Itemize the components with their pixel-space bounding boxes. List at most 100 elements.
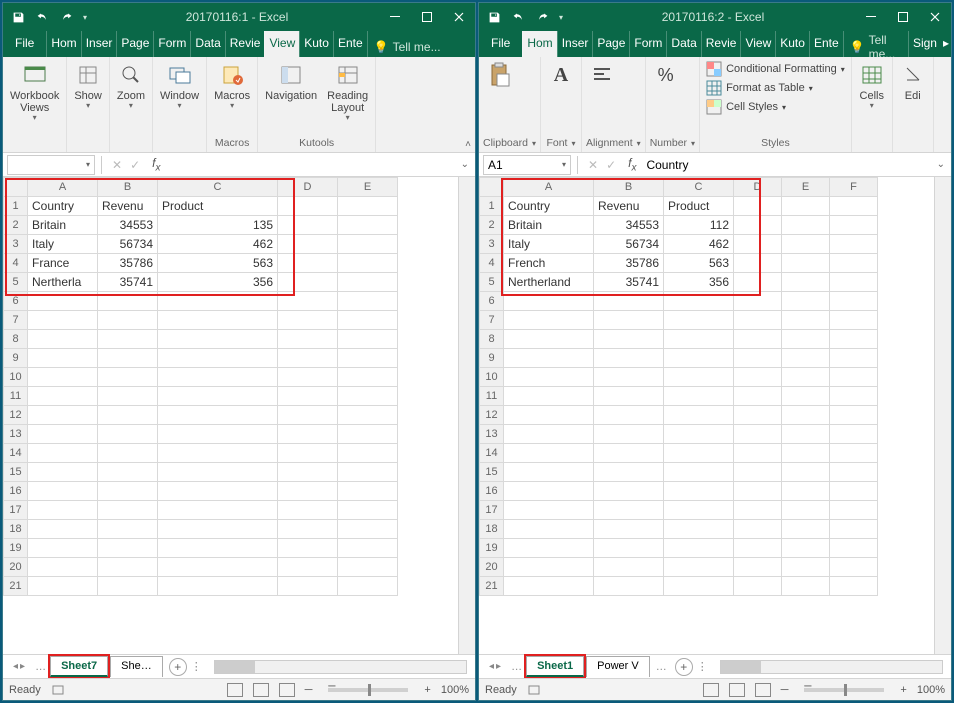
cell[interactable] xyxy=(158,539,278,558)
cell[interactable] xyxy=(734,501,782,520)
macros-button[interactable]: Macros xyxy=(211,60,253,113)
cell[interactable] xyxy=(98,349,158,368)
cell[interactable]: Revenu xyxy=(98,197,158,216)
cell[interactable] xyxy=(734,558,782,577)
number-button[interactable]: % xyxy=(650,60,682,90)
column-header[interactable]: A xyxy=(28,178,98,197)
cell[interactable] xyxy=(278,235,338,254)
zoom-slider[interactable] xyxy=(328,688,408,692)
cell[interactable] xyxy=(504,577,594,596)
cell[interactable] xyxy=(594,558,664,577)
row-header[interactable]: 8 xyxy=(4,330,28,349)
page-break-view-icon[interactable] xyxy=(755,683,771,697)
cell[interactable] xyxy=(594,330,664,349)
cell[interactable]: Italy xyxy=(28,235,98,254)
cell[interactable] xyxy=(338,216,398,235)
tab-nav-first-icon[interactable]: ◂ xyxy=(489,661,494,672)
cell[interactable] xyxy=(158,349,278,368)
cell[interactable] xyxy=(278,444,338,463)
cell[interactable] xyxy=(338,577,398,596)
cell[interactable] xyxy=(664,387,734,406)
column-header[interactable]: B xyxy=(594,178,664,197)
cancel-formula-icon[interactable]: ✕ xyxy=(112,158,122,172)
window-button[interactable]: Window xyxy=(157,60,202,113)
cell[interactable] xyxy=(278,311,338,330)
menu-file[interactable]: File xyxy=(3,31,46,57)
cell[interactable] xyxy=(734,330,782,349)
normal-view-icon[interactable] xyxy=(227,683,243,697)
row-header[interactable]: 14 xyxy=(480,444,504,463)
vertical-scrollbar[interactable] xyxy=(458,177,475,654)
cell[interactable] xyxy=(782,349,830,368)
confirm-formula-icon[interactable]: ✓ xyxy=(606,158,616,172)
cell[interactable] xyxy=(664,330,734,349)
cell[interactable] xyxy=(734,292,782,311)
cell[interactable] xyxy=(278,387,338,406)
cell[interactable] xyxy=(594,539,664,558)
cell[interactable] xyxy=(782,482,830,501)
row-header[interactable]: 10 xyxy=(480,368,504,387)
cell[interactable] xyxy=(664,558,734,577)
cell[interactable] xyxy=(338,254,398,273)
cell[interactable]: Revenu xyxy=(594,197,664,216)
cell[interactable] xyxy=(594,520,664,539)
row-header[interactable]: 21 xyxy=(4,577,28,596)
menu-file[interactable]: File xyxy=(479,31,522,57)
cell[interactable] xyxy=(28,501,98,520)
cell[interactable]: 563 xyxy=(158,254,278,273)
undo-icon[interactable] xyxy=(511,10,525,24)
cell[interactable] xyxy=(278,501,338,520)
cell[interactable] xyxy=(158,558,278,577)
cell[interactable] xyxy=(28,387,98,406)
vertical-scrollbar[interactable] xyxy=(934,177,951,654)
save-icon[interactable] xyxy=(487,10,501,24)
cell[interactable] xyxy=(28,292,98,311)
cell[interactable]: 462 xyxy=(664,235,734,254)
row-header[interactable]: 3 xyxy=(4,235,28,254)
cell[interactable] xyxy=(782,368,830,387)
cell[interactable] xyxy=(504,558,594,577)
tab-overflow-icon[interactable]: … xyxy=(31,661,50,673)
ribbon-tab-hom[interactable]: Hom xyxy=(522,31,556,57)
name-box[interactable]: ▾ xyxy=(7,155,95,175)
ribbon-tab-form[interactable]: Form xyxy=(153,31,190,57)
cell[interactable] xyxy=(338,463,398,482)
cell[interactable] xyxy=(830,406,878,425)
cell[interactable] xyxy=(504,311,594,330)
row-header[interactable]: 9 xyxy=(4,349,28,368)
cell[interactable] xyxy=(98,501,158,520)
cell[interactable] xyxy=(734,406,782,425)
cell[interactable] xyxy=(594,368,664,387)
cell[interactable] xyxy=(98,330,158,349)
cell[interactable] xyxy=(278,197,338,216)
cell[interactable] xyxy=(278,577,338,596)
zoom-in-icon[interactable]: + xyxy=(424,684,430,696)
cell[interactable] xyxy=(504,444,594,463)
cell[interactable] xyxy=(830,216,878,235)
tab-overflow-icon[interactable]: … xyxy=(507,661,526,673)
cell[interactable] xyxy=(734,577,782,596)
row-header[interactable]: 15 xyxy=(480,463,504,482)
tab-nav-next-icon[interactable]: ▸ xyxy=(496,661,501,672)
cell[interactable] xyxy=(734,368,782,387)
cell[interactable] xyxy=(278,463,338,482)
cell[interactable] xyxy=(28,558,98,577)
row-header[interactable]: 7 xyxy=(480,311,504,330)
cell[interactable] xyxy=(782,330,830,349)
cell[interactable] xyxy=(782,558,830,577)
row-header[interactable]: 19 xyxy=(4,539,28,558)
sheet-tab[interactable]: Power V xyxy=(586,656,650,677)
maximize-button[interactable] xyxy=(887,3,919,31)
redo-icon[interactable] xyxy=(535,10,549,24)
formula-input[interactable]: Country xyxy=(642,158,930,172)
cell[interactable] xyxy=(504,520,594,539)
page-layout-view-icon[interactable] xyxy=(253,683,269,697)
cell[interactable] xyxy=(158,501,278,520)
cell[interactable] xyxy=(830,558,878,577)
cell[interactable] xyxy=(504,292,594,311)
cell[interactable] xyxy=(158,406,278,425)
cell[interactable] xyxy=(782,577,830,596)
cell[interactable] xyxy=(830,254,878,273)
cell[interactable] xyxy=(594,292,664,311)
cell[interactable] xyxy=(278,520,338,539)
